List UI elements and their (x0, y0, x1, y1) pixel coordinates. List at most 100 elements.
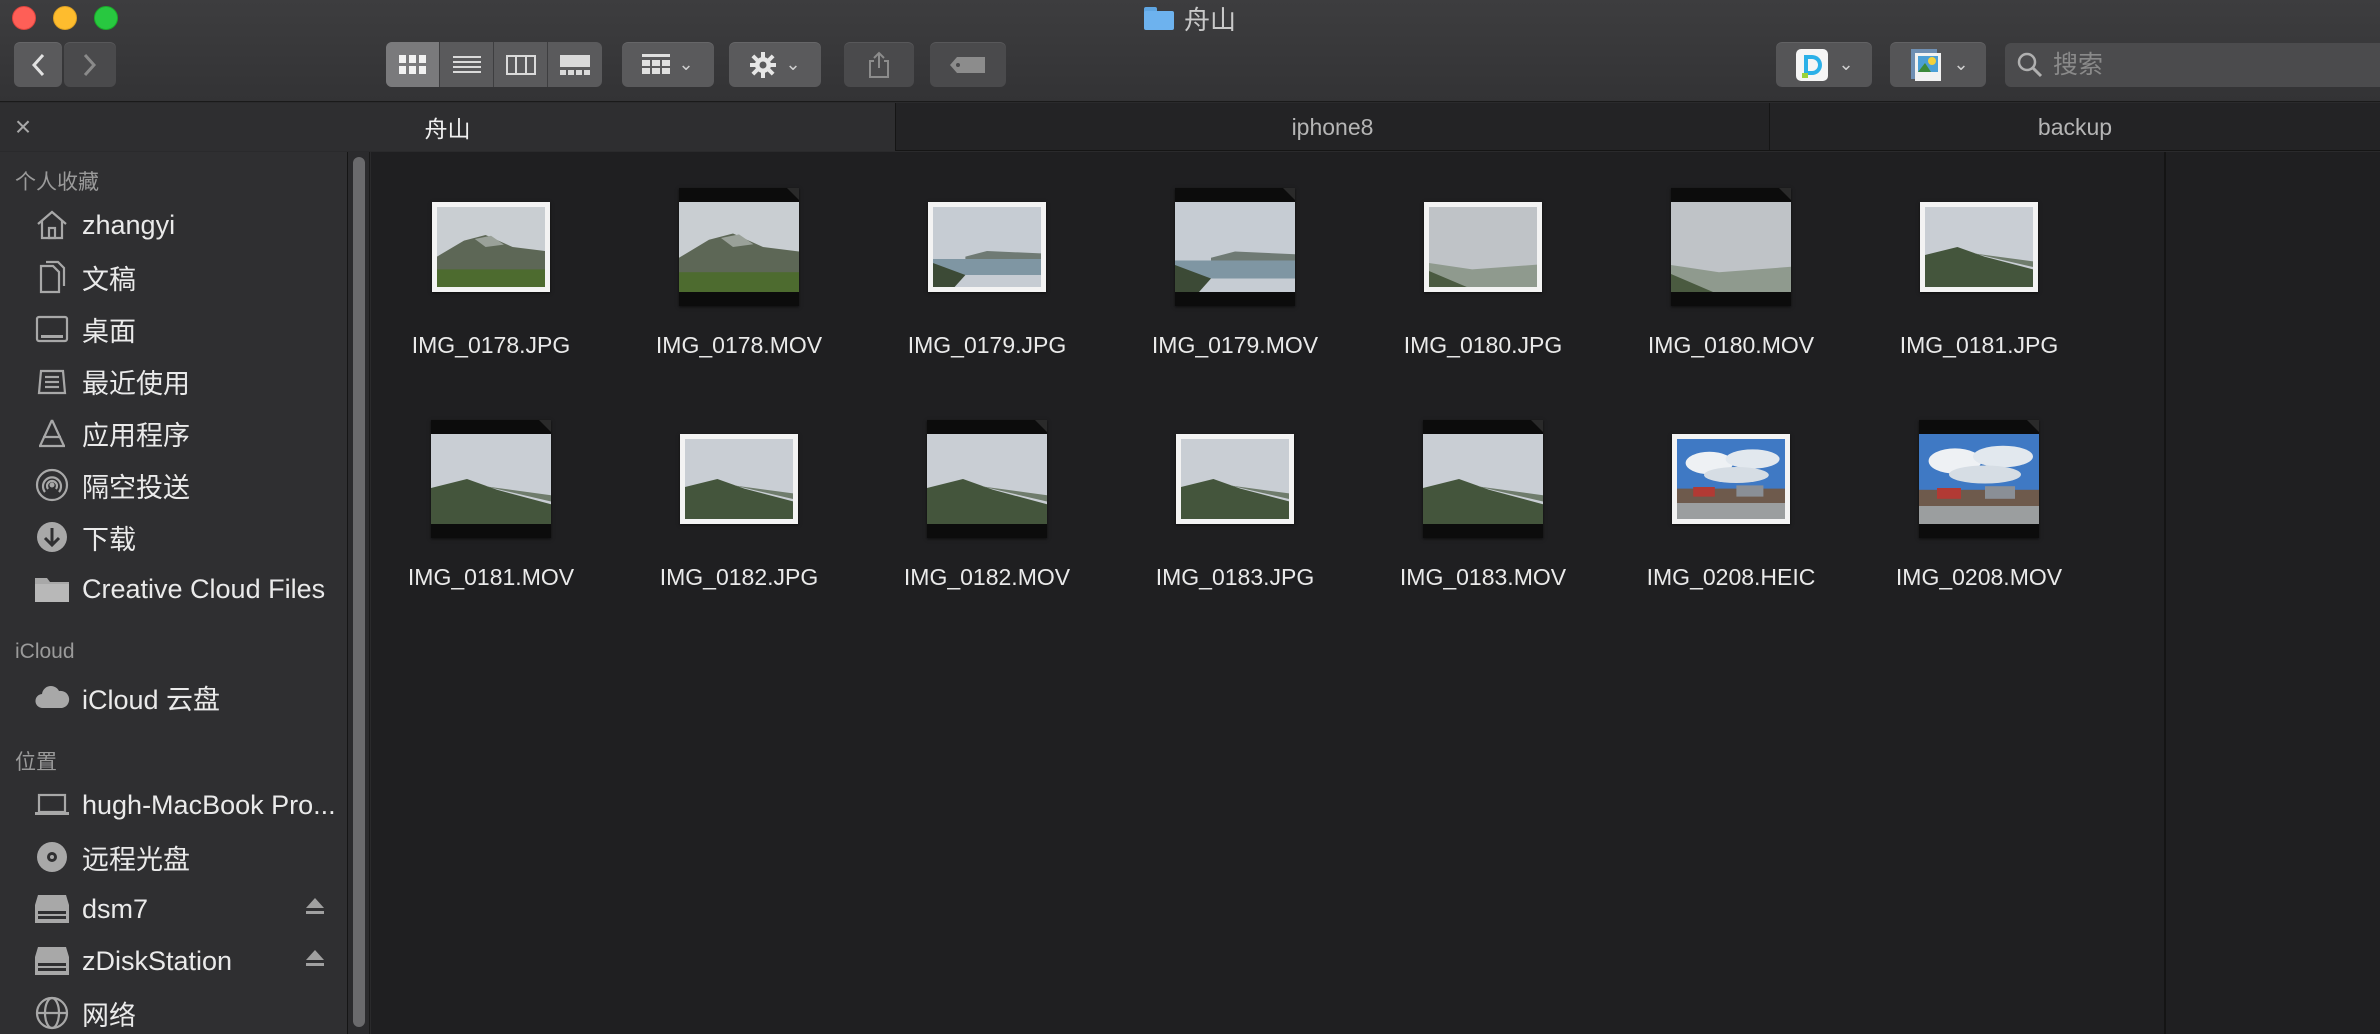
video-frame (1175, 188, 1295, 306)
list-view-icon (452, 55, 481, 73)
chevron-right-icon (83, 53, 97, 76)
recents-icon (32, 361, 72, 401)
file-name: IMG_0181.MOV (407, 564, 575, 590)
app-extension-icon (1796, 48, 1829, 81)
file-name: IMG_0208.MOV (1895, 564, 2063, 590)
eject-icon[interactable] (306, 898, 324, 914)
close-tab-icon[interactable]: × (10, 112, 36, 142)
sidebar-item-label: iCloud 云盘 (82, 684, 221, 715)
photo-frame (1920, 202, 2038, 292)
file-item[interactable]: IMG_0208.MOV (1864, 404, 2094, 604)
sidebar-item-label: zDiskStation (82, 945, 233, 976)
sidebar-scrollbar[interactable] (348, 152, 370, 1034)
video-frame (431, 420, 551, 538)
gallery-view-icon (560, 54, 590, 75)
file-name: IMG_0178.MOV (655, 332, 823, 358)
tab-zhoushan[interactable]: × 舟山 (0, 103, 895, 151)
sidebar-item-label: 文稿 (82, 264, 136, 295)
photo-thumbnail (1864, 172, 2094, 322)
search-input[interactable] (2053, 50, 2353, 80)
photo-frame (1176, 434, 1294, 524)
sidebar-item-icloud-drive[interactable]: iCloud 云盘 (0, 674, 340, 720)
sidebar-item-desktop[interactable]: 桌面 (0, 306, 340, 352)
file-item[interactable]: IMG_0183.MOV (1368, 404, 1598, 604)
sidebar-item-documents[interactable]: 文稿 (0, 254, 340, 300)
file-item[interactable]: IMG_0180.JPG (1368, 172, 1598, 372)
video-frame (679, 188, 799, 306)
share-button[interactable] (844, 42, 914, 87)
search-field[interactable] (2005, 43, 2380, 87)
sidebar-item-label: 网络 (82, 1000, 136, 1031)
gallery-view-button[interactable] (548, 42, 602, 87)
photo-thumbnail (1616, 404, 1846, 554)
sidebar-item-downloads[interactable]: 下载 (0, 514, 340, 560)
file-item[interactable]: IMG_0180.MOV (1616, 172, 1846, 372)
photo-frame (680, 434, 798, 524)
locations-heading: 位置 (15, 751, 57, 774)
sidebar: 个人收藏 zhangyi 文稿 桌面 最近使用 应用程序 隔空投送 下载 Cre… (0, 152, 348, 1034)
file-item[interactable]: IMG_0181.MOV (376, 404, 606, 604)
sidebar-item-home[interactable]: zhangyi (0, 202, 340, 248)
sidebar-scroll-thumb[interactable] (353, 157, 365, 1027)
sidebar-item-airdrop[interactable]: 隔空投送 (0, 462, 340, 508)
tab-label: backup (2037, 113, 2113, 140)
column-view-button[interactable] (494, 42, 548, 87)
video-frame (1423, 420, 1543, 538)
file-item[interactable]: IMG_0208.HEIC (1616, 404, 1846, 604)
favorites-heading: 个人收藏 (15, 171, 99, 194)
file-item[interactable]: IMG_0182.MOV (872, 404, 1102, 604)
preview-extension-button[interactable]: ⌄ (1890, 42, 1986, 87)
sidebar-item-remote-disc[interactable]: 远程光盘 (0, 834, 340, 880)
video-thumbnail (1368, 404, 1598, 554)
sidebar-item-label: 远程光盘 (82, 844, 190, 875)
server-icon (32, 941, 72, 981)
file-item[interactable]: IMG_0183.JPG (1120, 404, 1350, 604)
file-item[interactable]: IMG_0179.MOV (1120, 172, 1350, 372)
photo-frame (432, 202, 550, 292)
tab-iphone8[interactable]: iphone8 (895, 103, 1769, 151)
tag-button[interactable] (930, 42, 1006, 87)
sidebar-item-network[interactable]: 网络 (0, 990, 340, 1034)
sidebar-item-zdiskstation[interactable]: zDiskStation (0, 938, 340, 984)
sidebar-item-applications[interactable]: 应用程序 (0, 410, 340, 456)
sidebar-item-recents[interactable]: 最近使用 (0, 358, 340, 404)
network-icon (32, 993, 72, 1033)
disc-icon (32, 837, 72, 877)
gear-icon (750, 51, 777, 78)
file-name: IMG_0181.JPG (1899, 332, 2059, 358)
file-name: IMG_0183.MOV (1399, 564, 1567, 590)
file-item[interactable]: IMG_0179.JPG (872, 172, 1102, 372)
chevron-down-icon: ⌄ (678, 54, 694, 74)
file-item[interactable]: IMG_0182.JPG (624, 404, 854, 604)
sidebar-item-label: 桌面 (82, 316, 136, 347)
file-item[interactable]: IMG_0181.JPG (1864, 172, 2094, 372)
sidebar-item-label: 隔空投送 (82, 472, 190, 503)
icon-view-button[interactable] (386, 42, 440, 87)
list-view-button[interactable] (440, 42, 494, 87)
photo-frame (1672, 434, 1790, 524)
view-mode-control (386, 42, 602, 87)
icloud-heading: iCloud (15, 640, 75, 663)
file-name: IMG_0180.JPG (1403, 332, 1563, 358)
eject-icon[interactable] (306, 950, 324, 966)
folder-icon (32, 569, 72, 609)
video-frame (1919, 420, 2039, 538)
video-thumbnail (1616, 172, 1846, 322)
sidebar-item-dsm7[interactable]: dsm7 (0, 886, 340, 932)
column-view-icon (505, 54, 536, 75)
sidebar-item-creative-cloud[interactable]: Creative Cloud Files (0, 566, 340, 612)
group-by-button[interactable]: ⌄ (622, 42, 714, 87)
preview-extension-icon (1911, 48, 1942, 81)
app-extension-button[interactable]: ⌄ (1776, 42, 1872, 87)
window-title: 舟山 (0, 2, 2380, 35)
photo-thumbnail (1120, 404, 1350, 554)
file-item[interactable]: IMG_0178.MOV (624, 172, 854, 372)
video-thumbnail (376, 404, 606, 554)
tab-backup[interactable]: backup (1769, 103, 2380, 151)
action-menu-button[interactable]: ⌄ (729, 42, 821, 87)
back-button[interactable] (14, 42, 62, 87)
folder-icon (1143, 6, 1174, 30)
forward-button[interactable] (64, 42, 116, 87)
sidebar-item-macbook[interactable]: hugh-MacBook Pro... (0, 782, 340, 828)
file-item[interactable]: IMG_0178.JPG (376, 172, 606, 372)
